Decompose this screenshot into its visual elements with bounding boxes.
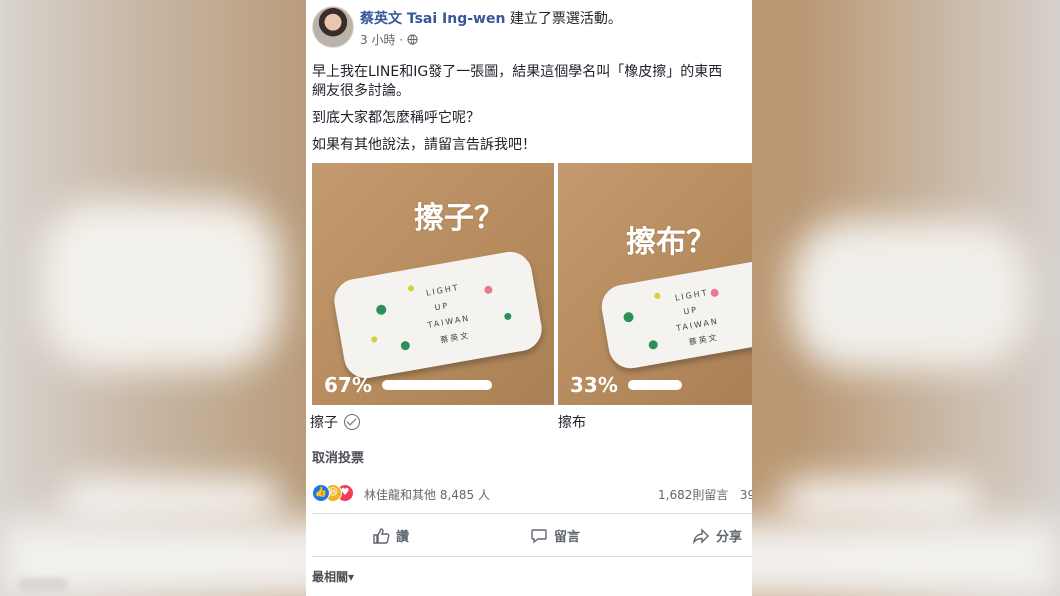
eraser-tube-image: LIGHT UP TAIWAN 蔡英文 [330, 248, 546, 382]
poll-choice-1[interactable]: 擦子 [310, 412, 360, 432]
share-button[interactable]: 分享 [692, 526, 742, 545]
post-body-line: 如果有其他說法，請留言告訴我吧！ [312, 137, 536, 153]
post-body-line: 早上我在LINE和IG發了一張圖，結果這個學名叫「橡皮擦」的東西 [312, 64, 723, 80]
tube-text: TAIWAN [426, 313, 471, 330]
background-blur-shape [60, 480, 280, 520]
comment-count[interactable]: 1,682則留言 [658, 488, 728, 502]
tube-text: LIGHT [674, 287, 710, 303]
poll-choice-label: 擦布 [558, 415, 586, 431]
post-meta: 3 小時 · [360, 31, 418, 48]
cancel-vote-link[interactable]: 取消投票 [312, 447, 364, 466]
like-label: 讚 [396, 530, 410, 545]
like-icon: 👍 [312, 484, 330, 502]
share-label: 分享 [716, 530, 743, 545]
background-blur-shape [18, 578, 68, 592]
post-author-line: 蔡英文 Tsai Ing-wen 建立了票選活動。 [360, 8, 622, 28]
poll-percent-label: 67% [324, 373, 372, 397]
tube-text: UP [682, 305, 699, 317]
comment-button[interactable]: 留言 [530, 526, 580, 545]
post-header: 蔡英文 Tsai Ing-wen 建立了票選活動。 3 小時 · [306, 0, 752, 56]
poll-option-image-1[interactable]: 擦子？ LIGHT UP TAIWAN 蔡英文 67% [312, 163, 554, 405]
background-blur-shape [780, 480, 980, 520]
share-count-partial[interactable]: 39 [740, 488, 752, 502]
eraser-tube-image: LIGHT UP TAIWAN 蔡英文 [598, 254, 752, 372]
poll-percent-label: 33% [570, 373, 618, 397]
comment-label: 留言 [554, 530, 581, 545]
facebook-post-card: 蔡英文 Tsai Ing-wen 建立了票選活動。 3 小時 · 早上我在LIN… [306, 0, 752, 596]
thumbs-up-icon [373, 528, 390, 544]
post-body-line: 網友很多討論。 [312, 83, 410, 99]
comment-icon [531, 529, 547, 544]
comment-sort-label: 最相關 [312, 570, 349, 584]
poll-image-question: 擦布？ [626, 225, 716, 260]
post-body-line: 到底大家都怎麼稱呼它呢？ [312, 110, 480, 126]
tube-text: LIGHT [425, 282, 461, 298]
reaction-summary[interactable]: 林佳龍和其他 8,485 人 [364, 486, 490, 503]
divider [312, 556, 752, 557]
poll-option-image-2[interactable]: 擦布？ LIGHT UP TAIWAN 蔡英文 33% [558, 163, 752, 405]
author-avatar[interactable] [312, 6, 354, 48]
tube-text: TAIWAN [675, 316, 720, 333]
post-timestamp[interactable]: 3 小時 [360, 33, 395, 47]
check-circle-icon [344, 414, 360, 430]
comments-share-count[interactable]: 1,682則留言 39 [658, 486, 752, 503]
poll-result-bar-1 [382, 380, 492, 390]
tube-text: 蔡英文 [439, 330, 471, 345]
background-blur-shape [40, 200, 280, 370]
tube-text: UP [433, 300, 450, 313]
chevron-down-icon: ▾ [348, 570, 355, 584]
globe-icon [407, 33, 418, 47]
tube-text: 蔡英文 [688, 332, 720, 348]
poll-choice-label: 擦子 [310, 415, 338, 431]
poll-image-question: 擦子？ [414, 201, 504, 236]
author-name-link[interactable]: 蔡英文 Tsai Ing-wen [360, 11, 505, 27]
post-action-text: 建立了票選活動。 [505, 11, 622, 27]
divider [312, 513, 752, 514]
comment-sort-dropdown[interactable]: 最相關▾ [312, 568, 354, 585]
share-icon [692, 528, 709, 545]
meta-separator: · [395, 33, 407, 47]
poll-result-bar-2 [628, 380, 682, 390]
poll-choice-2[interactable]: 擦布 [558, 412, 586, 432]
like-button[interactable]: 讚 [372, 526, 409, 545]
background-blur-shape [790, 220, 1030, 370]
